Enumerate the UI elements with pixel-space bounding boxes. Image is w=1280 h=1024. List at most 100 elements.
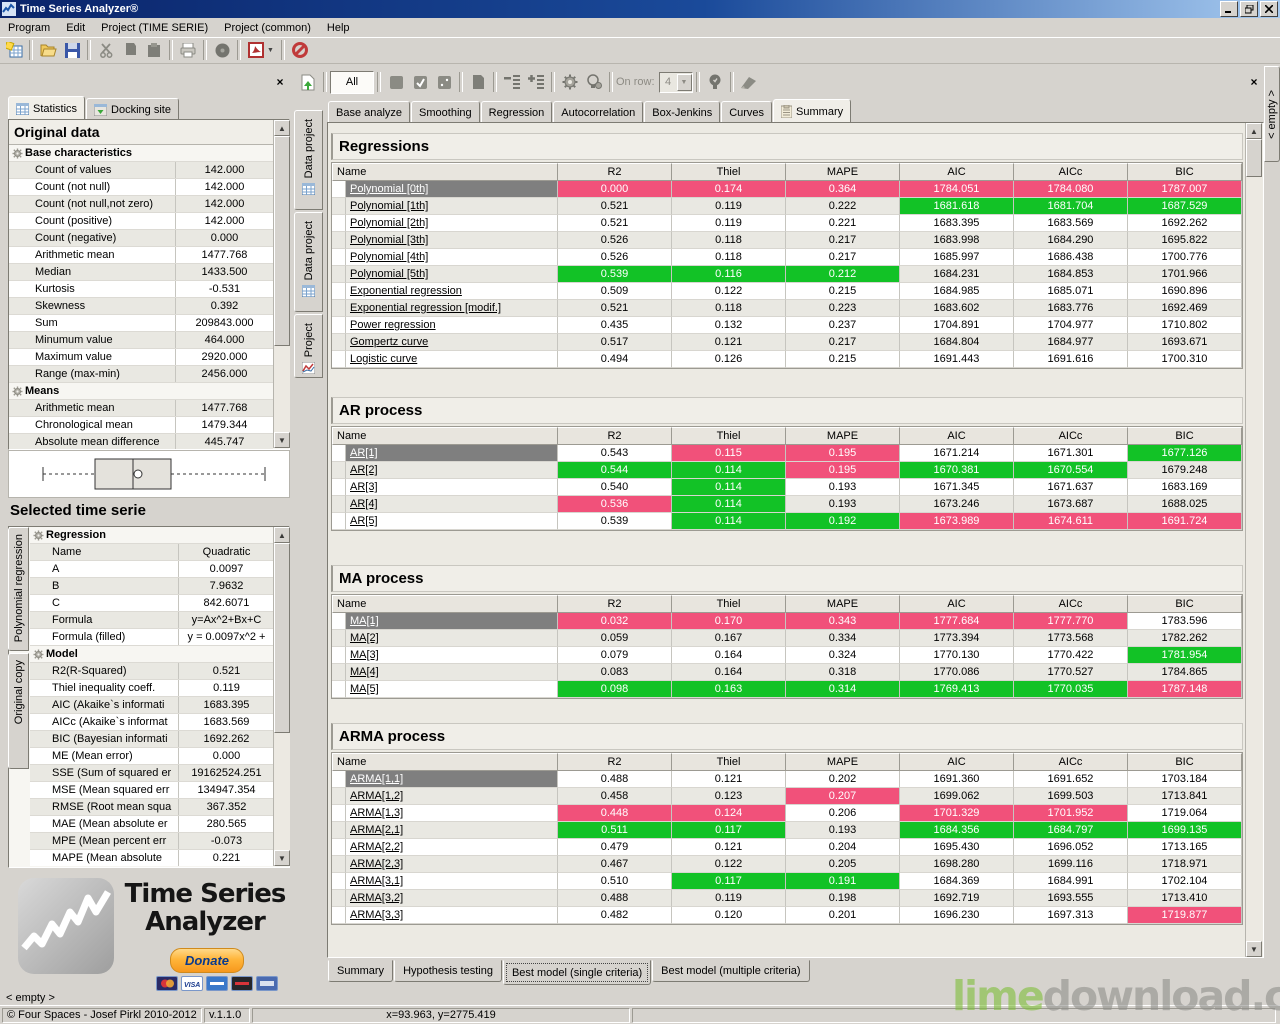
bottom-tab-hypothesis-testing[interactable]: Hypothesis testing (394, 960, 502, 982)
row-name-link[interactable]: Gompertz curve (350, 336, 428, 348)
column-header-name[interactable]: Name (332, 163, 558, 181)
side-tab-polynomial-regression[interactable]: Polynomial regression (8, 527, 29, 651)
highlight-button[interactable] (737, 71, 761, 93)
bottom-tab-best-model-multiple-criteria[interactable]: Best model (multiple criteria) (652, 960, 809, 982)
cut-button[interactable] (94, 39, 118, 61)
row-name-link[interactable]: Power regression (350, 319, 436, 331)
column-header-r2[interactable]: R2 (558, 753, 672, 771)
column-header-aic[interactable]: AIC (900, 427, 1014, 445)
column-header-aicc[interactable]: AICc (1014, 163, 1128, 181)
row-name-cell[interactable]: Gompertz curve (346, 334, 558, 351)
row-name-link[interactable]: AR[1] (350, 447, 378, 459)
paste-button[interactable] (142, 39, 166, 61)
row-name-cell[interactable]: Polynomial [3th] (346, 232, 558, 249)
select-checked-button[interactable] (408, 71, 432, 93)
row-name-cell[interactable]: ARMA[1,1] (346, 771, 558, 788)
row-name-link[interactable]: Exponential regression [modif.] (350, 302, 501, 314)
row-name-link[interactable]: ARMA[3,1] (350, 875, 403, 887)
row-name-link[interactable]: ARMA[3,3] (350, 909, 403, 921)
row-name-cell[interactable]: ARMA[1,3] (346, 805, 558, 822)
dock-tab-data-project-0[interactable]: Data project (294, 110, 323, 210)
column-header-aicc[interactable]: AICc (1014, 427, 1128, 445)
row-name-link[interactable]: MA[2] (350, 632, 379, 644)
row-name-cell[interactable]: ARMA[3,3] (346, 907, 558, 924)
row-name-cell[interactable]: Logistic curve (346, 351, 558, 368)
row-name-link[interactable]: ARMA[3,2] (350, 892, 403, 904)
row-name-link[interactable]: ARMA[1,1] (350, 773, 403, 785)
save-button[interactable] (60, 39, 84, 61)
column-header-bic[interactable]: BIC (1128, 753, 1242, 771)
bank-icon[interactable] (256, 976, 278, 991)
bottom-tab-summary[interactable]: Summary (328, 960, 393, 982)
row-name-cell[interactable]: Polynomial [5th] (346, 266, 558, 283)
row-name-cell[interactable]: Polynomial [2th] (346, 215, 558, 232)
donate-button[interactable]: Donate (170, 948, 244, 973)
tab-statistics[interactable]: Statistics (8, 96, 85, 121)
row-name-link[interactable]: AR[2] (350, 464, 378, 476)
column-header-aic[interactable]: AIC (900, 595, 1014, 613)
row-name-cell[interactable]: ARMA[2,2] (346, 839, 558, 856)
row-name-link[interactable]: ARMA[2,3] (350, 858, 403, 870)
hint-button[interactable] (703, 71, 727, 93)
row-name-cell[interactable]: ARMA[2,1] (346, 822, 558, 839)
print-button[interactable] (176, 39, 200, 61)
on-row-dropdown[interactable]: 4 ▼ (659, 72, 693, 93)
column-header-aic[interactable]: AIC (900, 753, 1014, 771)
column-header-mape[interactable]: MAPE (786, 163, 900, 181)
amex-icon[interactable] (206, 976, 228, 991)
settings-button[interactable] (558, 71, 582, 93)
restore-button[interactable] (1240, 1, 1258, 17)
row-name-link[interactable]: Polynomial [1th] (350, 200, 428, 212)
row-name-cell[interactable]: MA[2] (346, 630, 558, 647)
column-header-mape[interactable]: MAPE (786, 595, 900, 613)
column-header-bic[interactable]: BIC (1128, 427, 1242, 445)
right-panel-close-icon[interactable]: × (1246, 74, 1262, 89)
dock-tab-project-2[interactable]: Project (294, 314, 323, 378)
tab-curves[interactable]: Curves (721, 101, 772, 124)
right-edge-empty-tab[interactable]: < empty > (1264, 66, 1280, 162)
scroll-up-icon[interactable]: ▲ (274, 120, 290, 136)
row-name-link[interactable]: AR[4] (350, 498, 378, 510)
row-name-link[interactable]: Polynomial [4th] (350, 251, 428, 263)
column-header-name[interactable]: Name (332, 753, 558, 771)
row-name-cell[interactable]: MA[3] (346, 647, 558, 664)
column-header-thiel[interactable]: Thiel (672, 595, 786, 613)
tab-box-jenkins[interactable]: Box-Jenkins (644, 101, 720, 124)
selected-time-serie-scrollbar[interactable]: ▲▼ (273, 527, 290, 866)
copy-page-button[interactable] (466, 71, 490, 93)
scroll-up-icon[interactable]: ▲ (274, 527, 290, 543)
menu-item-edit[interactable]: Edit (58, 20, 93, 36)
row-name-cell[interactable]: MA[5] (346, 681, 558, 698)
scroll-thumb[interactable] (1246, 139, 1262, 177)
tab-base-analyze[interactable]: Base analyze (328, 101, 410, 124)
row-name-cell[interactable]: Exponential regression [modif.] (346, 300, 558, 317)
scroll-thumb[interactable] (274, 136, 290, 346)
tab-smoothing[interactable]: Smoothing (411, 101, 480, 124)
select-partial-button[interactable] (432, 71, 456, 93)
column-header-bic[interactable]: BIC (1128, 595, 1242, 613)
row-name-cell[interactable]: ARMA[2,3] (346, 856, 558, 873)
row-name-cell[interactable]: MA[4] (346, 664, 558, 681)
menu-item-project-time-serie[interactable]: Project (TIME SERIE) (93, 20, 216, 36)
tab-regression[interactable]: Regression (481, 101, 553, 124)
new-project-button[interactable] (2, 39, 26, 61)
row-name-link[interactable]: ARMA[1,2] (350, 790, 403, 802)
row-name-cell[interactable]: ARMA[3,1] (346, 873, 558, 890)
record-button[interactable] (210, 39, 234, 61)
column-header-thiel[interactable]: Thiel (672, 427, 786, 445)
row-name-cell[interactable]: ARMA[1,2] (346, 788, 558, 805)
scroll-up-icon[interactable]: ▲ (1246, 123, 1262, 139)
add-report-button[interactable] (296, 71, 320, 93)
scroll-thumb[interactable] (274, 543, 290, 733)
summary-scrollbar[interactable]: ▲▼ (1245, 123, 1262, 957)
original-data-scrollbar[interactable]: ▲▼ (273, 120, 290, 448)
row-name-link[interactable]: MA[5] (350, 683, 379, 695)
row-name-link[interactable]: Polynomial [0th] (350, 183, 428, 195)
column-header-bic[interactable]: BIC (1128, 163, 1242, 181)
row-name-cell[interactable]: AR[3] (346, 479, 558, 496)
copy-button[interactable] (118, 39, 142, 61)
menu-item-program[interactable]: Program (0, 20, 58, 36)
row-name-cell[interactable]: AR[2] (346, 462, 558, 479)
row-name-link[interactable]: ARMA[2,1] (350, 824, 403, 836)
mastercard-icon[interactable] (156, 976, 178, 991)
